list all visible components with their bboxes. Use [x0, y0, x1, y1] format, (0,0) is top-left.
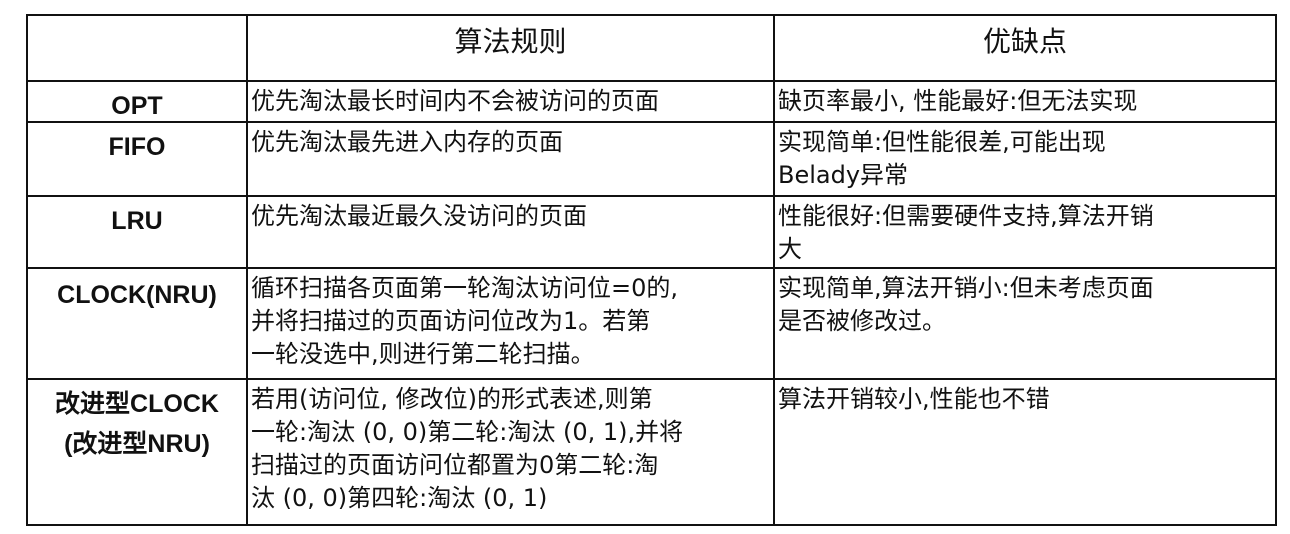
algorithm-name: OPT — [26, 80, 248, 124]
algorithm-pros-cons: 实现简单,算法开销小:但未考虑页面 是否被修改过。 — [773, 267, 1277, 380]
algorithm-name: CLOCK(NRU) — [26, 267, 248, 380]
table-row: FIFO 优先淘汰最先进入内存的页面 实现简单:但性能很差,可能出现 Belad… — [26, 121, 1277, 198]
table-row: 改进型CLOCK (改进型NRU) 若用(访问位, 修改位)的形式表述,则第 一… — [26, 377, 1277, 527]
algorithm-rule: 若用(访问位, 修改位)的形式表述,则第 一轮:淘汰 (0, 0)第二轮:淘汰 … — [246, 377, 775, 527]
algorithm-pros-cons: 缺页率最小, 性能最好:但无法实现 — [773, 80, 1277, 124]
algorithm-name: 改进型CLOCK (改进型NRU) — [26, 377, 248, 527]
table-row: CLOCK(NRU) 循环扫描各页面第一轮淘汰访问位=0的, 并将扫描过的页面访… — [26, 267, 1277, 380]
algorithm-name: LRU — [26, 195, 248, 270]
algorithm-pros-cons: 算法开销较小,性能也不错 — [773, 377, 1277, 527]
algorithm-name: FIFO — [26, 121, 248, 198]
table-row: LRU 优先淘汰最近最久没访问的页面 性能很好:但需要硬件支持,算法开销 大 — [26, 195, 1277, 270]
table-row: OPT 优先淘汰最长时间内不会被访问的页面 缺页率最小, 性能最好:但无法实现 — [26, 80, 1277, 124]
page-replacement-table: 算法规则 优缺点 OPT 优先淘汰最长时间内不会被访问的页面 缺页率最小, 性能… — [26, 13, 1277, 527]
header-algorithm-rule: 算法规则 — [246, 13, 775, 83]
header-row: 算法规则 优缺点 — [26, 13, 1277, 83]
algorithm-rule: 优先淘汰最长时间内不会被访问的页面 — [246, 80, 775, 124]
header-pros-cons: 优缺点 — [773, 13, 1277, 83]
header-empty-cell — [26, 13, 248, 83]
algorithm-pros-cons: 性能很好:但需要硬件支持,算法开销 大 — [773, 195, 1277, 270]
algorithm-rule: 优先淘汰最近最久没访问的页面 — [246, 195, 775, 270]
algorithm-rule: 优先淘汰最先进入内存的页面 — [246, 121, 775, 198]
algorithm-pros-cons: 实现简单:但性能很差,可能出现 Belady异常 — [773, 121, 1277, 198]
algorithm-rule: 循环扫描各页面第一轮淘汰访问位=0的, 并将扫描过的页面访问位改为1。若第 一轮… — [246, 267, 775, 380]
